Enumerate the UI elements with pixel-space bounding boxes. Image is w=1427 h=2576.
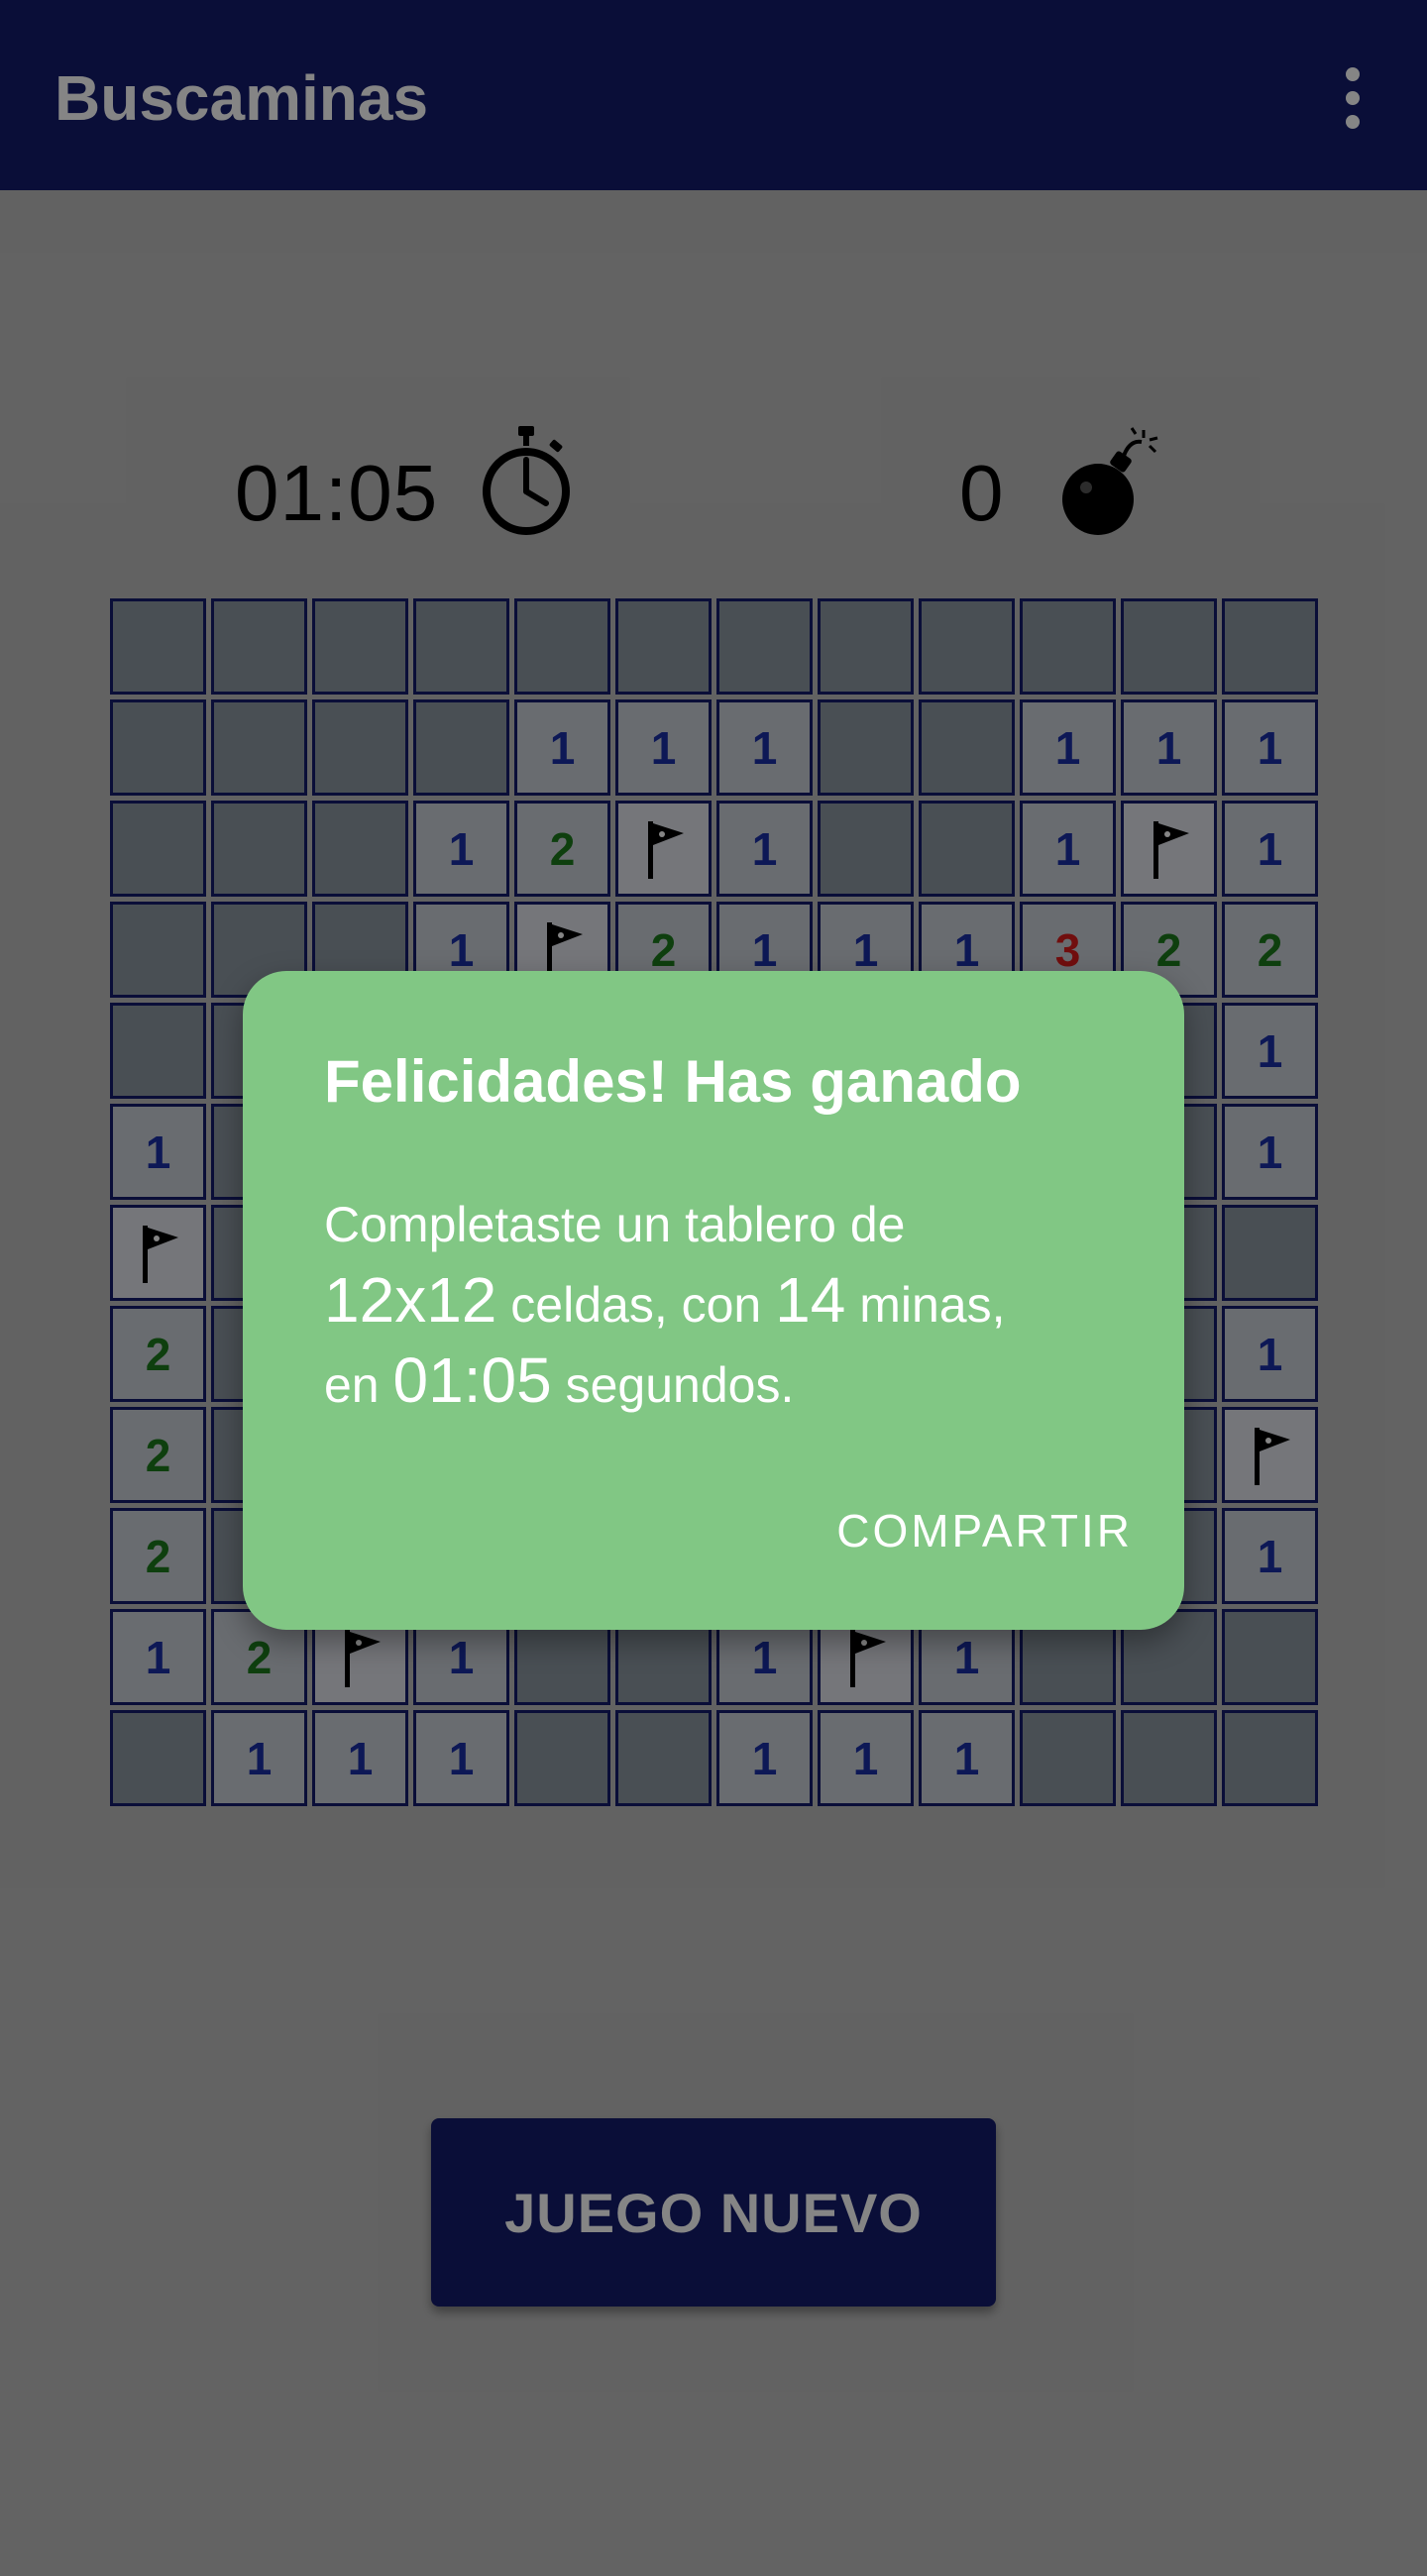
dialog-title: Felicidades! Has ganado xyxy=(324,1048,1022,1115)
message-celdas: celdas, con xyxy=(510,1277,762,1333)
dialog-message: Completaste un tablero de 12x12 celdas, … xyxy=(324,1187,1137,1423)
mines-count-value: 14 xyxy=(775,1264,846,1336)
message-minas: minas, xyxy=(859,1277,1006,1333)
win-dialog: Felicidades! Has ganado Completaste un t… xyxy=(243,971,1184,1630)
message-line1: Completaste un tablero de xyxy=(324,1197,906,1252)
share-button[interactable]: COMPARTIR xyxy=(836,1496,1133,1565)
time-value: 01:05 xyxy=(392,1344,552,1416)
message-en: en xyxy=(324,1357,380,1413)
board-size-value: 12x12 xyxy=(324,1264,497,1336)
message-segundos: segundos. xyxy=(565,1357,795,1413)
